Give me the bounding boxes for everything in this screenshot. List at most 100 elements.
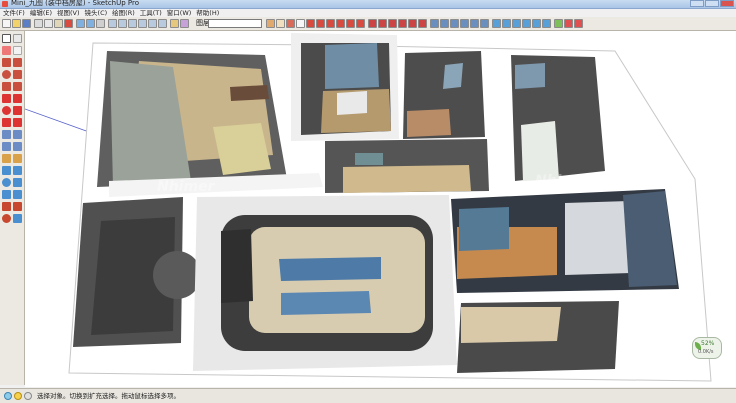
menu-camera[interactable]: 镜头(C) (85, 9, 108, 17)
scale-icon[interactable] (408, 19, 417, 28)
dimension-icon[interactable] (440, 19, 449, 28)
eraser-tool-icon[interactable] (13, 46, 22, 55)
warehouse-icon[interactable] (564, 19, 573, 28)
zoom-tool-icon[interactable] (2, 178, 11, 187)
credits-icon[interactable] (14, 392, 22, 400)
zoom-extents-tool-icon[interactable] (2, 190, 11, 199)
maximize-button[interactable] (705, 0, 719, 7)
back-view-icon[interactable] (148, 19, 157, 28)
zoom-window-icon[interactable] (522, 19, 531, 28)
push-pull-tool-icon[interactable] (13, 94, 22, 103)
geo-location-icon[interactable] (554, 19, 563, 28)
freehand-icon[interactable] (356, 19, 365, 28)
copy-icon[interactable] (44, 19, 53, 28)
rectangle-tool-icon[interactable] (2, 58, 11, 67)
dimension-tool-icon[interactable] (13, 130, 22, 139)
new-file-icon[interactable] (2, 19, 11, 28)
right-view-icon[interactable] (138, 19, 147, 28)
tape-tool-icon[interactable] (2, 130, 11, 139)
menu-file[interactable]: 文件(F) (3, 9, 25, 17)
text-icon[interactable] (460, 19, 469, 28)
polygon-icon[interactable] (346, 19, 355, 28)
orbit-tool-icon[interactable] (2, 166, 11, 175)
save-icon[interactable] (22, 19, 31, 28)
pan-icon[interactable] (502, 19, 511, 28)
axes-icon[interactable] (470, 19, 479, 28)
share-model-icon[interactable] (574, 19, 583, 28)
minimize-button[interactable] (690, 0, 704, 7)
rotate-icon[interactable] (388, 19, 397, 28)
follow-me-tool-icon[interactable] (13, 106, 22, 115)
follow-me-icon[interactable] (398, 19, 407, 28)
help-status-icon[interactable] (24, 392, 32, 400)
move-tool-icon[interactable] (2, 94, 11, 103)
paste-icon[interactable] (54, 19, 63, 28)
line-tool-icon[interactable] (13, 58, 22, 67)
cut-icon[interactable] (34, 19, 43, 28)
offset-tool-icon[interactable] (13, 118, 22, 127)
section-plane-icon[interactable] (13, 214, 22, 223)
menu-view[interactable]: 视图(V) (57, 9, 80, 17)
print-icon[interactable] (96, 19, 105, 28)
protractor-icon[interactable] (450, 19, 459, 28)
eraser-icon[interactable] (296, 19, 305, 28)
select-tool-icon[interactable] (2, 34, 11, 43)
zoom-icon[interactable] (512, 19, 521, 28)
protractor-tool-icon[interactable] (2, 142, 11, 151)
position-camera-icon[interactable] (2, 202, 11, 211)
zoom-extents-icon[interactable] (532, 19, 541, 28)
menu-edit[interactable]: 编辑(E) (30, 9, 52, 17)
living-room-rug (249, 227, 425, 333)
orbit-icon[interactable] (492, 19, 501, 28)
rectangle-icon[interactable] (306, 19, 315, 28)
arc-icon[interactable] (336, 19, 345, 28)
top-view-icon[interactable] (118, 19, 127, 28)
open-folder-icon[interactable] (12, 19, 21, 28)
rotate-tool-icon[interactable] (2, 106, 11, 115)
circle-tool-icon[interactable] (2, 70, 11, 79)
component-icon[interactable] (276, 19, 285, 28)
pan-tool-icon[interactable] (13, 166, 22, 175)
circle-icon[interactable] (326, 19, 335, 28)
previous-tool-icon[interactable] (13, 190, 22, 199)
text-tool-icon[interactable] (13, 142, 22, 151)
push-pull-icon[interactable] (378, 19, 387, 28)
dining-table (459, 207, 509, 251)
menu-bar: 文件(F) 编辑(E) 视图(V) 镜头(C) 绘图(R) 工具(T) 窗口(W… (0, 9, 223, 17)
3d-text-icon[interactable] (480, 19, 489, 28)
scale-tool-icon[interactable] (2, 118, 11, 127)
redo-icon[interactable] (86, 19, 95, 28)
close-button[interactable] (720, 0, 734, 7)
zoom-window-tool-icon[interactable] (13, 178, 22, 187)
menu-draw[interactable]: 绘图(R) (112, 9, 135, 17)
line-icon[interactable] (316, 19, 325, 28)
menu-help[interactable]: 帮助(H) (196, 9, 219, 17)
tape-measure-icon[interactable] (430, 19, 439, 28)
styles-icon[interactable] (180, 19, 189, 28)
previous-view-icon[interactable] (542, 19, 551, 28)
layers-icon[interactable] (170, 19, 179, 28)
paint-bucket-icon[interactable] (286, 19, 295, 28)
polygon-tool-icon[interactable] (2, 82, 11, 91)
3d-text-tool-icon[interactable] (13, 154, 22, 163)
front-view-icon[interactable] (128, 19, 137, 28)
axes-tool-icon[interactable] (2, 154, 11, 163)
select-arrow-icon[interactable] (266, 19, 275, 28)
geo-status-icon[interactable] (4, 392, 12, 400)
layer-dropdown[interactable] (208, 19, 262, 28)
left-view-icon[interactable] (158, 19, 167, 28)
move-icon[interactable] (368, 19, 377, 28)
iso-view-icon[interactable] (108, 19, 117, 28)
look-around-icon[interactable] (2, 214, 11, 223)
paint-tool-icon[interactable] (2, 46, 11, 55)
erase-icon[interactable] (64, 19, 73, 28)
menu-window[interactable]: 窗口(W) (167, 9, 192, 17)
modeling-viewport[interactable]: Nhimer Nhimer (25, 31, 736, 387)
arc-tool-icon[interactable] (13, 70, 22, 79)
freehand-tool-icon[interactable] (13, 82, 22, 91)
undo-icon[interactable] (76, 19, 85, 28)
walk-tool-icon[interactable] (13, 202, 22, 211)
make-component-icon[interactable] (13, 34, 22, 43)
offset-icon[interactable] (418, 19, 427, 28)
menu-tools[interactable]: 工具(T) (140, 9, 162, 17)
